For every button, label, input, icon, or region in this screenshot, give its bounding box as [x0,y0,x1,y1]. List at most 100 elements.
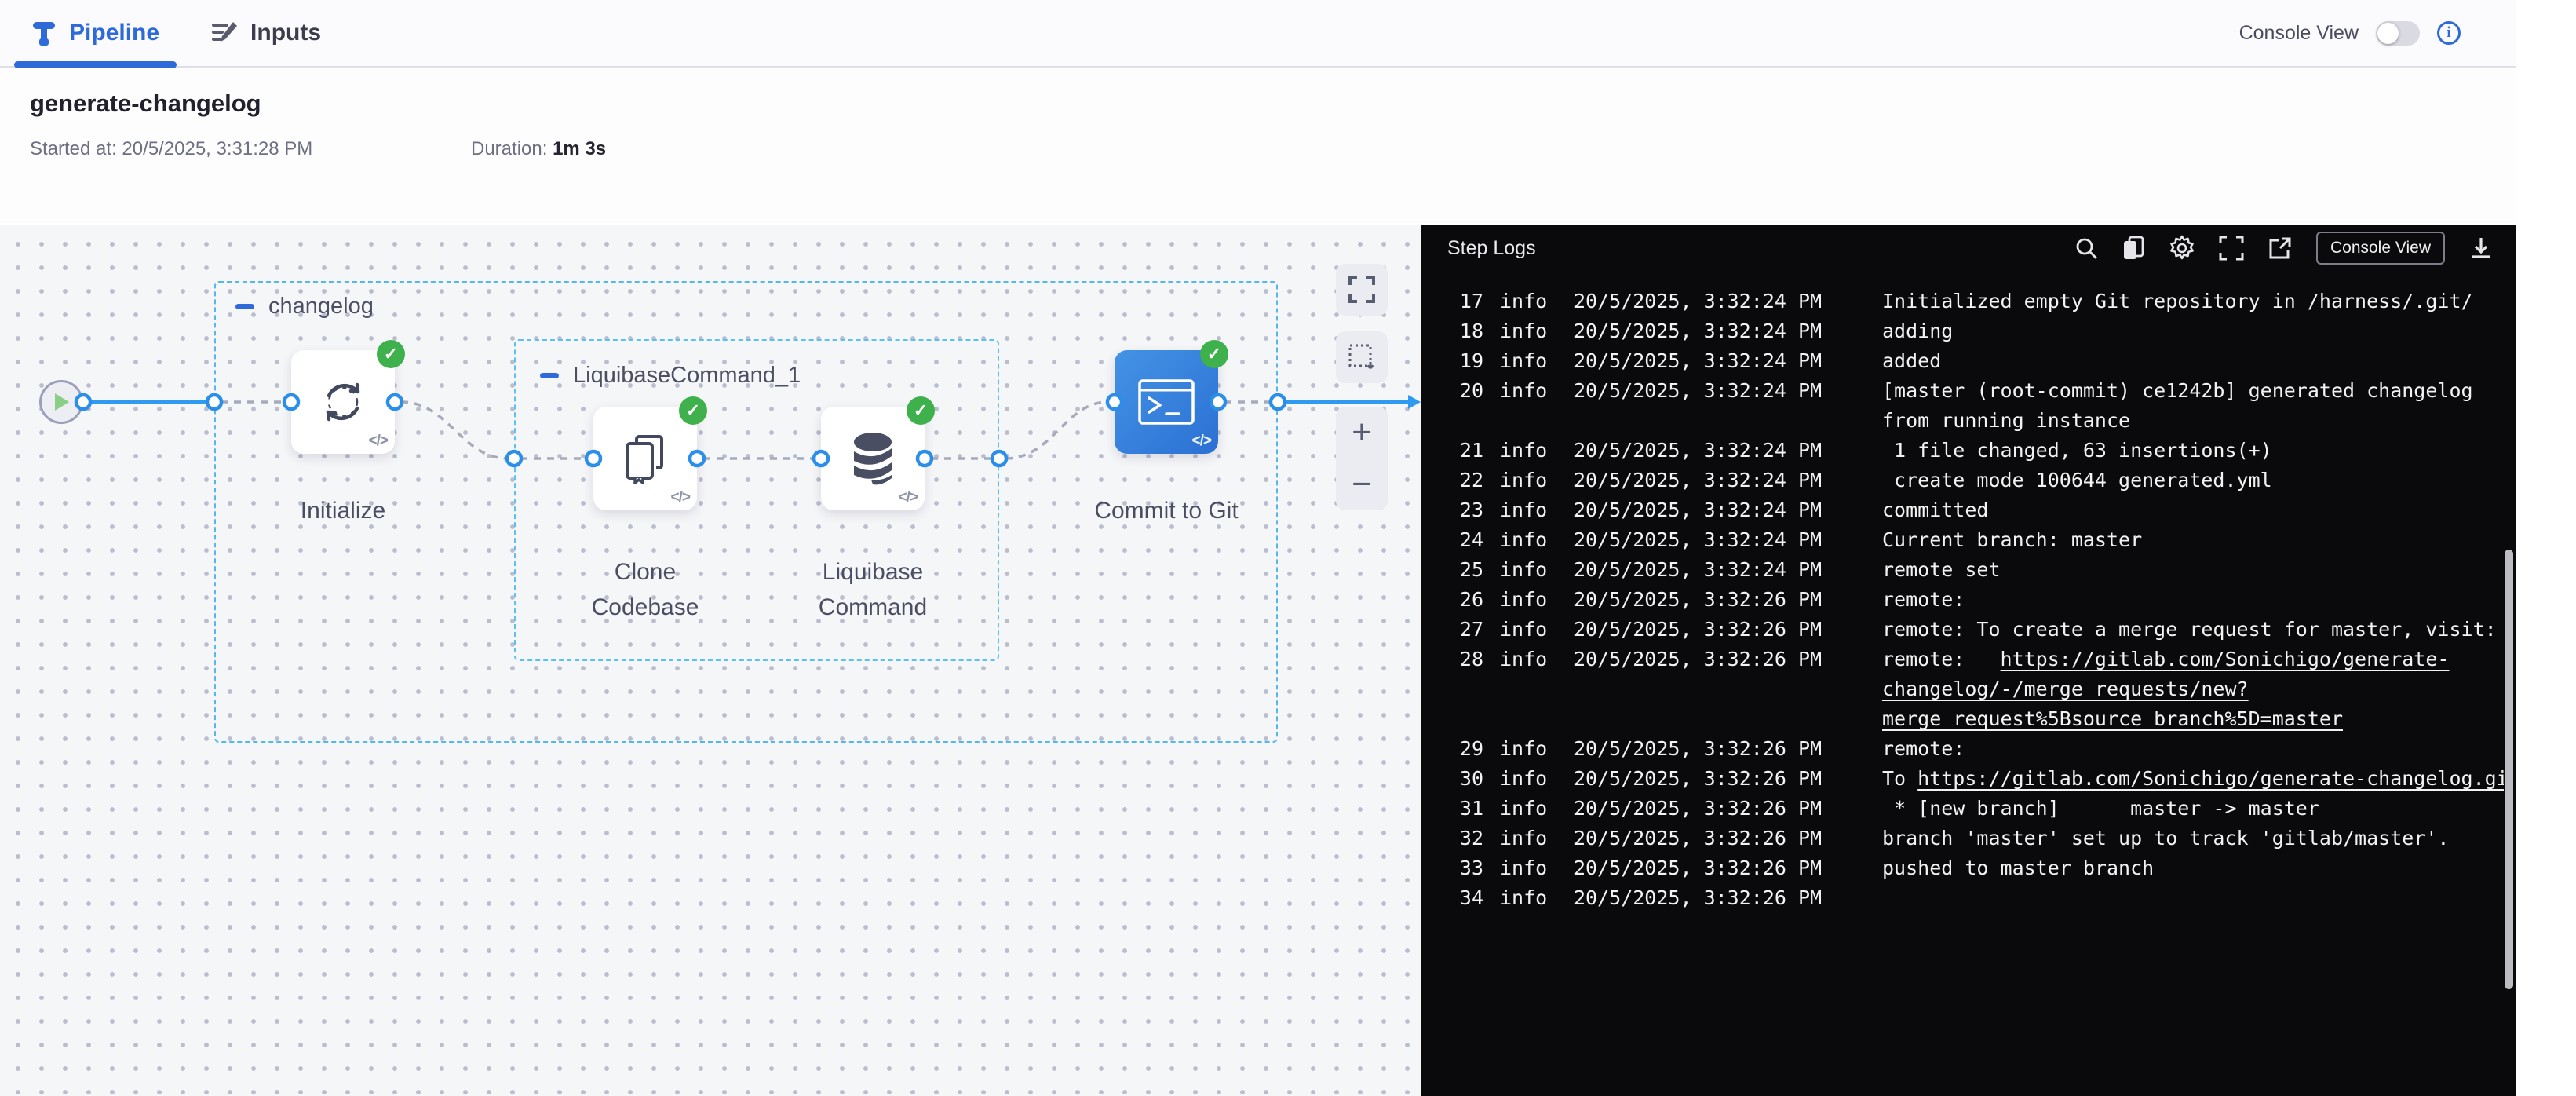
collapse-stage-icon[interactable] [235,304,254,309]
log-link[interactable]: https://gitlab.com/Sonichigo/generate-ch… [1917,767,2504,790]
log-level: info [1483,734,1574,764]
pipeline-icon [31,20,57,46]
log-level: info [1483,645,1574,674]
log-text: Initialized empty Git repository in /har… [1882,290,2473,312]
log-level: info [1483,466,1574,495]
collapse-group-icon[interactable] [540,373,559,378]
log-timestamp [1574,674,1882,704]
log-text: committed [1882,499,1988,521]
log-timestamp: 20/5/2025, 3:32:26 PM [1574,824,1882,853]
log-row: 20 info 20/5/2025, 3:32:24 PM [master (r… [1421,376,2504,406]
log-level: info [1483,376,1574,406]
log-line-number: 20 [1421,376,1483,406]
copy-icon[interactable] [2122,235,2145,261]
log-line-number: 18 [1421,316,1483,346]
log-line-number: 22 [1421,466,1483,495]
log-message: create mode 100644 generated.yml [1882,466,2504,495]
node-initialize[interactable]: ✓ </> [291,350,395,454]
console-view-button[interactable]: Console View [2316,232,2445,265]
log-row: 31 info 20/5/2025, 3:32:26 PM * [new bra… [1421,794,2504,824]
log-text: * [new branch] master -> master [1882,797,2319,820]
log-timestamp [1574,406,1882,436]
log-level: info [1483,853,1574,883]
log-message [1882,883,2504,913]
success-badge-icon: ✓ [679,396,707,425]
top-tab-bar: Pipeline Inputs Console View [0,0,2516,68]
log-message: [master (root-commit) ce1242b] generated… [1882,376,2504,406]
log-link[interactable]: https://gitlab.com/Sonichigo/generate- [2001,648,2450,670]
log-line-number [1421,674,1483,704]
initialize-sync-icon [318,377,368,427]
log-timestamp: 20/5/2025, 3:32:26 PM [1574,764,1882,794]
canvas-select-button[interactable] [1336,331,1388,383]
log-line-number [1421,704,1483,734]
log-level: info [1483,585,1574,615]
play-icon [53,392,70,412]
log-row: 29 info 20/5/2025, 3:32:26 PM remote: [1421,734,2504,764]
info-icon[interactable]: i [2437,21,2461,45]
liquibase-logo-icon [849,431,896,486]
log-output[interactable]: 17 info 20/5/2025, 3:32:24 PM Initialize… [1421,273,2504,1096]
log-level: info [1483,615,1574,645]
success-badge-icon: ✓ [377,340,405,368]
expand-logs-icon[interactable] [2219,236,2244,261]
log-text: remote set [1882,558,2001,581]
log-row: 25 info 20/5/2025, 3:32:24 PM remote set [1421,555,2504,585]
log-line-number: 24 [1421,525,1483,555]
settings-gear-icon[interactable] [2169,235,2195,261]
tab-pipeline-label: Pipeline [69,20,159,46]
log-row: 32 info 20/5/2025, 3:32:26 PM branch 'ma… [1421,824,2504,853]
log-link[interactable]: changelog/-/merge_requests/new? [1882,678,2249,700]
log-message: remote: To create a merge request for ma… [1882,615,2504,645]
tab-inputs[interactable]: Inputs [191,0,341,67]
log-message: To https://gitlab.com/Sonichigo/generate… [1882,764,2504,794]
log-timestamp: 20/5/2025, 3:32:26 PM [1574,883,1882,913]
log-line-number: 32 [1421,824,1483,853]
search-icon[interactable] [2074,236,2098,260]
download-logs-icon[interactable] [2468,236,2494,261]
log-link[interactable]: merge_request%5Bsource_branch%5D=master [1882,707,2343,730]
code-mark: </> [1192,433,1211,450]
log-text: 1 file changed, 63 insertions(+) [1882,439,2272,462]
page-title: generate-changelog [30,90,261,118]
log-text: remote: [1882,737,1965,760]
started-at: Started at: 20/5/2025, 3:31:28 PM [30,138,312,159]
node-label-clone-codebase: Clone Codebase [567,554,724,625]
log-level: info [1483,764,1574,794]
tab-pipeline[interactable]: Pipeline [11,0,180,67]
log-level [1483,674,1574,704]
log-message: remote: [1882,585,2504,615]
step-logs-title: Step Logs [1447,237,1536,260]
clone-codebase-icon [621,433,670,484]
zoom-in-button[interactable]: + [1336,407,1388,458]
log-scrollbar[interactable] [2505,550,2513,989]
log-message: remote set [1882,555,2504,585]
log-message: * [new branch] master -> master [1882,794,2504,824]
log-level: info [1483,346,1574,376]
node-clone-codebase[interactable]: ✓ </> [593,407,697,510]
log-timestamp: 20/5/2025, 3:32:26 PM [1574,615,1882,645]
success-badge-icon: ✓ [1200,340,1228,368]
pipeline-canvas[interactable]: changelog LiquibaseCommand_1 ✓ [0,225,1421,1096]
group-label-liquibasecommand: LiquibaseCommand_1 [540,363,801,389]
execution-meta: Started at: 20/5/2025, 3:31:28 PM Durati… [30,138,312,160]
harness-pipeline-execution-page: Pipeline Inputs Console View [0,0,2576,1096]
log-timestamp: 20/5/2025, 3:32:26 PM [1574,585,1882,615]
log-line-number [1421,406,1483,436]
log-row: 30 info 20/5/2025, 3:32:26 PM To https:/… [1421,764,2504,794]
node-commit-to-git[interactable]: ✓ </> [1115,350,1218,454]
zoom-out-button[interactable]: − [1336,458,1388,510]
open-in-new-icon[interactable] [2268,236,2293,261]
console-view-toggle[interactable] [2376,21,2420,46]
log-timestamp: 20/5/2025, 3:32:24 PM [1574,316,1882,346]
log-text: remote: [1882,648,2001,670]
canvas-fit-view-button[interactable] [1336,264,1388,316]
log-message: from running instance [1882,406,2504,436]
log-text: remote: [1882,588,1965,611]
pipeline-start-node[interactable] [39,380,83,424]
node-liquibase-command[interactable]: ✓ </> [821,407,925,510]
log-level: info [1483,794,1574,824]
log-line-number: 30 [1421,764,1483,794]
log-line-number: 28 [1421,645,1483,674]
log-text: [master (root-commit) ce1242b] generated… [1882,379,2473,402]
